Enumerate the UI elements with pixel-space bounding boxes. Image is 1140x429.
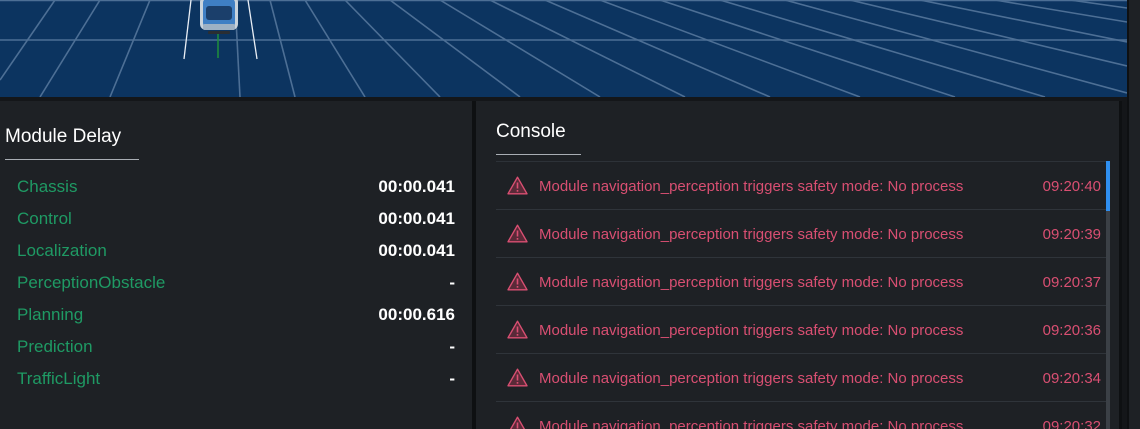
- warning-icon: [507, 368, 528, 387]
- warning-icon: [509, 416, 526, 429]
- console-message[interactable]: Module navigation_perception triggers sa…: [496, 258, 1108, 306]
- module-name: Prediction: [17, 337, 93, 356]
- module-name: TrafficLight: [17, 369, 101, 388]
- right-edge-divider: [1127, 0, 1129, 429]
- module-delay-value: -: [449, 337, 455, 356]
- console-message[interactable]: Module navigation_perception triggers sa…: [496, 210, 1108, 258]
- warning-icon: [507, 176, 528, 195]
- console-message-text: Module navigation_perception triggers sa…: [539, 226, 964, 243]
- module-delay-value: -: [449, 273, 455, 292]
- module-delay-value: 00:00.616: [378, 305, 455, 324]
- console-message-list[interactable]: Module navigation_perception triggers sa…: [496, 162, 1108, 429]
- console-message-time: 09:20:37: [1042, 274, 1101, 291]
- delay-row-planning: Planning 00:00.616: [17, 303, 455, 335]
- console-right-divider: [1119, 101, 1122, 429]
- console-message-time: 09:20:39: [1042, 226, 1101, 243]
- delay-row-control: Control 00:00.041: [17, 207, 455, 239]
- console-message-text: Module navigation_perception triggers sa…: [539, 178, 964, 195]
- module-delay-value: 00:00.041: [378, 177, 455, 196]
- console-message-time: 09:20:40: [1042, 178, 1101, 195]
- console-message-time: 09:20:32: [1042, 418, 1101, 429]
- console-message[interactable]: Module navigation_perception triggers sa…: [496, 402, 1108, 429]
- console-message-text: Module navigation_perception triggers sa…: [539, 370, 964, 387]
- module-name: PerceptionObstacle: [17, 273, 166, 292]
- module-delay-title: Module Delay: [5, 126, 122, 147]
- module-delay-value: -: [449, 369, 455, 388]
- delay-row-perception-obstacle: PerceptionObstacle -: [17, 271, 455, 303]
- console-message-text: Module navigation_perception triggers sa…: [539, 418, 964, 429]
- console-message-time: 09:20:36: [1042, 322, 1101, 339]
- ego-car-icon: [200, 0, 238, 34]
- module-name: Planning: [17, 305, 84, 324]
- console-panel: Console Module navigation_perception tri…: [476, 101, 1119, 429]
- console-message[interactable]: Module navigation_perception triggers sa…: [496, 306, 1108, 354]
- console-message-text: Module navigation_perception triggers sa…: [539, 274, 964, 291]
- delay-row-traffic-light: TrafficLight -: [17, 367, 455, 399]
- console-message[interactable]: Module navigation_perception triggers sa…: [496, 354, 1108, 402]
- scene-view[interactable]: [0, 0, 1127, 97]
- module-delay-panel: Module Delay Chassis 00:00.041 Control 0…: [0, 101, 472, 429]
- module-name: Control: [17, 209, 72, 228]
- warning-icon: [507, 224, 528, 243]
- delay-row-localization: Localization 00:00.041: [17, 239, 455, 271]
- warning-icon: [507, 320, 528, 339]
- warning-icon: [507, 272, 528, 291]
- console-title-underline: [496, 154, 581, 155]
- console-message[interactable]: Module navigation_perception triggers sa…: [496, 162, 1108, 210]
- console-scrollbar-thumb[interactable]: [1106, 161, 1110, 211]
- console-message-time: 09:20:34: [1042, 370, 1101, 387]
- console-title: Console: [496, 121, 566, 142]
- module-delay-value: 00:00.041: [378, 209, 455, 228]
- module-delay-title-underline: [5, 159, 139, 160]
- console-message-text: Module navigation_perception triggers sa…: [539, 322, 964, 339]
- module-name: Chassis: [17, 177, 78, 196]
- delay-row-chassis: Chassis 00:00.041: [17, 175, 455, 207]
- module-name: Localization: [17, 241, 107, 260]
- module-delay-value: 00:00.041: [378, 241, 455, 260]
- dreamview-app: Module Delay Chassis 00:00.041 Control 0…: [0, 0, 1140, 429]
- delay-row-prediction: Prediction -: [17, 335, 455, 367]
- module-delay-list: Chassis 00:00.041 Control 00:00.041 Loca…: [17, 175, 455, 399]
- scene-canvas: [0, 0, 1127, 97]
